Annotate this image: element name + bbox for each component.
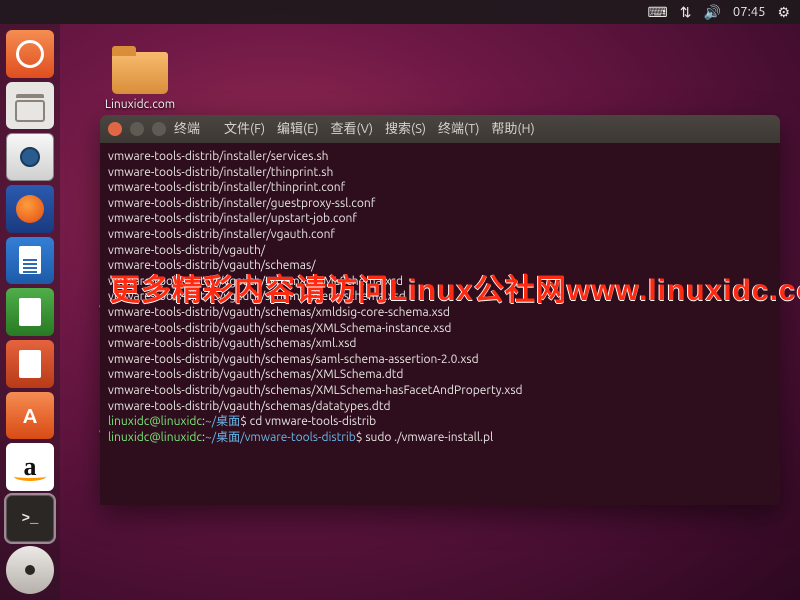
folder-icon bbox=[112, 52, 168, 94]
terminal-output-line: vmware-tools-distrib/installer/thinprint… bbox=[108, 180, 772, 196]
minimize-button[interactable] bbox=[130, 122, 144, 136]
terminal-output-line: vmware-tools-distrib/vgauth/ bbox=[108, 243, 772, 259]
terminal-output-line: vmware-tools-distrib/vgauth/schemas/xml.… bbox=[108, 336, 772, 352]
amazon-icon[interactable] bbox=[6, 443, 54, 491]
network-icon[interactable]: ⇅ bbox=[680, 4, 692, 21]
software-center-icon[interactable] bbox=[6, 392, 54, 440]
menu-view[interactable]: 查看(V) bbox=[327, 121, 377, 138]
volume-icon[interactable]: 🔊 bbox=[703, 4, 720, 21]
terminal-icon[interactable] bbox=[6, 495, 54, 543]
unity-launcher bbox=[0, 24, 60, 600]
terminal-output-line: vmware-tools-distrib/installer/services.… bbox=[108, 149, 772, 165]
terminal-output-line: vmware-tools-distrib/installer/guestprox… bbox=[108, 196, 772, 212]
firefox-icon[interactable] bbox=[6, 185, 54, 233]
menu-file[interactable]: 文件(F) bbox=[220, 121, 269, 138]
disc-icon[interactable] bbox=[6, 546, 54, 594]
terminal-output-line: vmware-tools-distrib/vgauth/schemas/XMLS… bbox=[108, 383, 772, 399]
folder-label: Linuxidc.com bbox=[100, 98, 180, 111]
terminal-output-line: vmware-tools-distrib/vgauth/schemas/XMLS… bbox=[108, 321, 772, 337]
terminal-prompt-line: linuxidc@linuxidc:~/桌面/vmware-tools-dist… bbox=[108, 430, 772, 446]
window-title: 终端 bbox=[174, 121, 200, 138]
desktop-folder[interactable]: Linuxidc.com bbox=[100, 52, 180, 111]
gear-icon[interactable]: ⚙ bbox=[777, 4, 790, 21]
terminal-output-line: vmware-tools-distrib/vgauth/schemas/xenc… bbox=[108, 289, 772, 305]
terminal-output-line: vmware-tools-distrib/vgauth/schemas/data… bbox=[108, 399, 772, 415]
close-button[interactable] bbox=[108, 122, 122, 136]
menu-edit[interactable]: 编辑(E) bbox=[273, 121, 322, 138]
keyboard-icon[interactable]: ⌨ bbox=[648, 4, 668, 21]
window-titlebar[interactable]: 终端 文件(F) 编辑(E) 查看(V) 搜索(S) 终端(T) 帮助(H) bbox=[100, 115, 780, 143]
terminal-output-line: vmware-tools-distrib/vgauth/schemas/saml… bbox=[108, 352, 772, 368]
writer-icon[interactable] bbox=[6, 237, 54, 285]
menu-search[interactable]: 搜索(S) bbox=[381, 121, 430, 138]
calc-icon[interactable] bbox=[6, 288, 54, 336]
terminal-output-line: vmware-tools-distrib/installer/upstart-j… bbox=[108, 211, 772, 227]
menu-terminal[interactable]: 终端(T) bbox=[434, 121, 483, 138]
desktop-background: ⌨ ⇅ 🔊 07:45 ⚙ Linuxidc.com Lin 10.0.6-3 … bbox=[0, 0, 800, 600]
maximize-button[interactable] bbox=[152, 122, 166, 136]
impress-icon[interactable] bbox=[6, 340, 54, 388]
terminal-output-line: vmware-tools-distrib/vgauth/schemas/XMLS… bbox=[108, 367, 772, 383]
terminal-output-line: vmware-tools-distrib/installer/vgauth.co… bbox=[108, 227, 772, 243]
terminal-menubar: 文件(F) 编辑(E) 查看(V) 搜索(S) 终端(T) 帮助(H) bbox=[220, 121, 539, 138]
clock[interactable]: 07:45 bbox=[733, 5, 766, 19]
camera-icon[interactable] bbox=[6, 133, 54, 181]
dash-home-icon[interactable] bbox=[6, 30, 54, 78]
menu-help[interactable]: 帮助(H) bbox=[487, 121, 538, 138]
terminal-prompt-line: linuxidc@linuxidc:~/桌面$ cd vmware-tools-… bbox=[108, 414, 772, 430]
files-icon[interactable] bbox=[6, 82, 54, 130]
terminal-output-line: vmware-tools-distrib/installer/thinprint… bbox=[108, 165, 772, 181]
terminal-output-line: vmware-tools-distrib/vgauth/schemas/XMLS… bbox=[108, 274, 772, 290]
top-menubar: ⌨ ⇅ 🔊 07:45 ⚙ bbox=[0, 0, 800, 24]
terminal-window: 终端 文件(F) 编辑(E) 查看(V) 搜索(S) 终端(T) 帮助(H) v… bbox=[100, 115, 780, 505]
terminal-output-line: vmware-tools-distrib/vgauth/schemas/xmld… bbox=[108, 305, 772, 321]
terminal-body[interactable]: vmware-tools-distrib/installer/services.… bbox=[100, 143, 780, 505]
terminal-output-line: vmware-tools-distrib/vgauth/schemas/ bbox=[108, 258, 772, 274]
